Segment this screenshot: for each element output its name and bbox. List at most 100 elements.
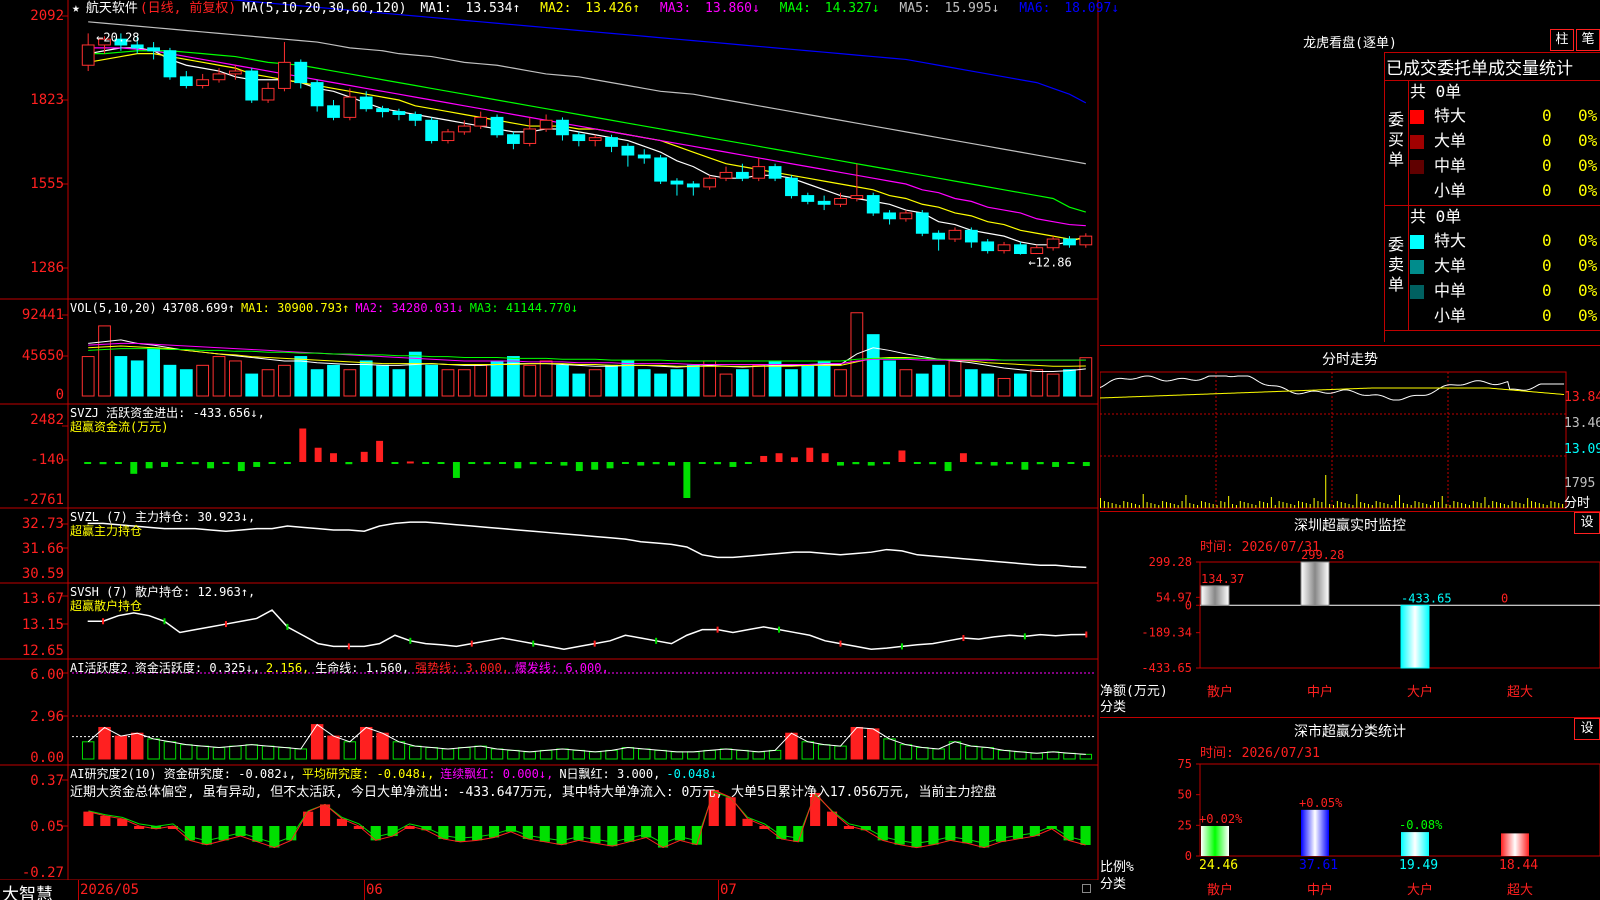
vol-header: VOL(5,10,20) 43708.699↑ MA1: 30900.793↑ MA2… (70, 301, 584, 315)
volume-bar (81, 356, 95, 397)
candle (899, 210, 913, 222)
ai-active-bar (1030, 752, 1043, 760)
intraday-vol-bar (1134, 504, 1136, 508)
intraday-vol-bar (1142, 494, 1144, 508)
ai-active-bar (1063, 752, 1076, 760)
volume-bar (327, 364, 340, 397)
intraday-chart[interactable] (1100, 368, 1600, 510)
ai-active-bar (654, 749, 667, 760)
volume-bar (539, 360, 553, 397)
svzj-bar (1036, 462, 1044, 465)
svzj-bar (437, 462, 445, 465)
svzj-bar (222, 462, 230, 465)
ai-research-bar (607, 826, 618, 847)
intraday-vol-bar (1414, 501, 1416, 508)
bar-mode-button[interactable]: 柱 (1550, 29, 1574, 51)
volume-bar (572, 373, 586, 397)
svzj-bar (867, 462, 875, 466)
color-swatch-icon (1410, 259, 1424, 274)
intraday-vol-bar (1344, 503, 1346, 508)
volume-bar (637, 369, 651, 397)
order-pct: 0% (1578, 306, 1598, 325)
class-settings-button[interactable]: 设 (1574, 718, 1600, 740)
candle (866, 192, 880, 216)
bottom-bar: 大智慧 2026/05 06 07 (0, 880, 1100, 900)
high-marker: ←20.28 (96, 30, 139, 44)
volume-bar (294, 356, 308, 397)
favorite-star-icon[interactable]: ★ (72, 1, 80, 16)
intraday-vol-bar (1356, 494, 1358, 508)
svsh-tick-mark (347, 643, 350, 650)
intraday-vol-bar (1220, 501, 1222, 508)
monitor-chart: 299.2854.970-189.34-433.65134.37散户299.28… (1141, 548, 1600, 700)
intraday-vol-bar (1445, 504, 1447, 508)
intraday-vol-bar (1433, 501, 1435, 508)
ai-research-bar (1012, 826, 1024, 839)
intraday-vol-bar (1181, 501, 1183, 508)
svzl-tick: 31.66 (21, 541, 64, 557)
volume-bar (376, 364, 389, 397)
svzj-bar (591, 462, 599, 470)
intraday-vol-bar (1391, 505, 1393, 508)
candle (196, 73, 210, 89)
svzj-tick: -2761 (21, 492, 64, 508)
svzj-bar (683, 462, 691, 498)
intraday-vol-bar (1418, 502, 1420, 508)
volume-bar (948, 360, 962, 397)
svzj-bar (790, 457, 798, 463)
vol-tick: 45650 (21, 348, 64, 364)
intraday-vol-bar (1216, 505, 1218, 508)
svzj-bar (452, 462, 460, 478)
ai-research-tick: -0.27 (21, 865, 64, 881)
ma-header: ★ 航天软件 (日线, 前复权) MA(5,10,20,30,60,120) MA1:… (72, 2, 1131, 16)
svzj-bar (560, 462, 568, 466)
ai-active-bar (392, 741, 406, 760)
class-category: 散户 (1207, 882, 1233, 898)
stock-name[interactable]: 航天软件 (86, 1, 138, 16)
period-mode[interactable]: (日线, 前复权) (140, 1, 236, 16)
svsh-tick-mark (655, 637, 658, 644)
ai-research-bar (235, 826, 246, 837)
intraday-tick: 13.84 (1564, 390, 1600, 405)
ai-research-avg: 平均研究度: -0.048↓, (302, 767, 435, 781)
order-type: 大单 (1434, 256, 1467, 275)
intraday-vol-bar (1305, 503, 1307, 508)
class-bar (1501, 833, 1529, 856)
ma5-value: MA5: 15.995↓ (899, 1, 1000, 16)
ai-active-bar (948, 741, 962, 760)
volume-bar (964, 369, 978, 397)
svzj-bar (376, 440, 384, 463)
intraday-vol-bar (1383, 503, 1385, 508)
svzj-bar (545, 462, 553, 465)
volume-bar (1014, 373, 1027, 397)
ai-research-bar (911, 826, 922, 848)
ai-research-bar (184, 826, 195, 841)
svzj-bar (1082, 462, 1090, 467)
intraday-vol-bar (1472, 501, 1474, 508)
svsh-tick-mark (224, 621, 227, 628)
tick-mode-button[interactable]: 笔 (1576, 29, 1600, 51)
lock-icon[interactable] (1082, 884, 1091, 893)
volume-bar (556, 364, 569, 397)
monitor-category: 大户 (1407, 684, 1433, 700)
intraday-vol-bar (1185, 495, 1187, 508)
svzj-bar (99, 462, 107, 465)
ai-active-bar (719, 748, 733, 760)
svzj-bar (913, 462, 921, 465)
svzj-bar (821, 453, 829, 463)
intraday-vol-bar (1468, 505, 1470, 508)
ai-research-bar (590, 826, 601, 844)
chart-area[interactable]: ←20.28 ←12.86 (0, 0, 1100, 900)
ai-active-burst: 爆发线: 6.000, (514, 661, 609, 675)
intraday-vol-bar (1515, 502, 1517, 508)
ai-research-bar (945, 826, 956, 841)
ai-comment: 近期大资金总体偏空, 虽有异动, 但不太活跃, 今日大单净流出: -433.64… (70, 785, 997, 800)
candle (834, 192, 847, 208)
ai-research-label: AI研究度2(10) 资金研究度: -0.082↓, (70, 767, 297, 781)
svzj-bar (1052, 462, 1060, 467)
intraday-vol-bar (1531, 501, 1533, 508)
volume-bar (310, 369, 324, 397)
volume-bar (1079, 357, 1093, 397)
vol-ma1: MA1: 30900.793↑ (240, 301, 350, 315)
candle (817, 195, 831, 211)
